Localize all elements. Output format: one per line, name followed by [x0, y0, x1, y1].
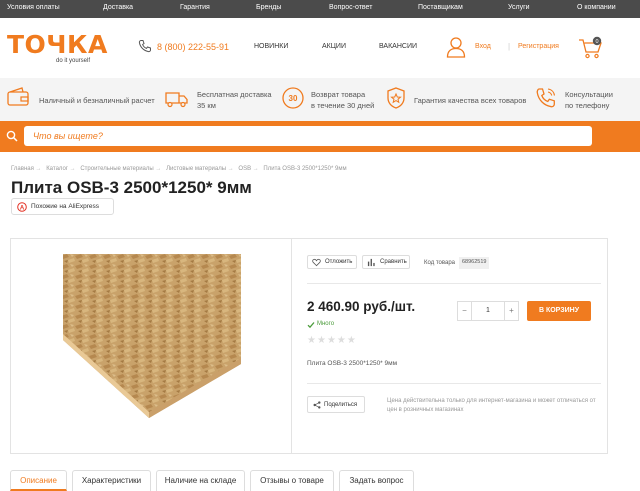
phone-consult-icon [536, 88, 556, 108]
quantity-value[interactable]: 1 [472, 302, 504, 320]
logo-tagline: do it yourself [56, 58, 91, 64]
product-price: 2 460.90 руб./шт. [307, 299, 416, 314]
topnav-suppliers[interactable]: Поставщикам [418, 4, 463, 11]
product-short-description: Плита OSB-3 2500*1250* 9мм [307, 360, 398, 367]
nav-promotions[interactable]: АКЦИИ [322, 43, 346, 50]
postpone-button[interactable]: Отложить [307, 255, 357, 269]
share-button[interactable]: Поделиться [307, 396, 365, 413]
aliexpress-similar-button[interactable]: A Похожие на AliExpress [11, 198, 114, 215]
breadcrumb: Главная → Каталог → Строительные материа… [11, 166, 347, 172]
breadcrumb-home[interactable]: Главная [11, 166, 34, 172]
topnav-warranty[interactable]: Гарантия [180, 4, 210, 11]
svg-text:A: A [20, 205, 25, 211]
separator: | [508, 42, 511, 51]
rating-stars[interactable]: ★★★★★ [307, 335, 357, 346]
product-card: Отложить Сравнить Код товара 68962519 2 … [10, 238, 608, 454]
price-disclaimer: Цена действительна только для интернет-м… [387, 398, 596, 413]
benefit-delivery-line1: Бесплатная доставка [197, 90, 272, 99]
benefit-quality: Гарантия качества всех товаров [414, 96, 527, 105]
stock-status: Много [317, 321, 335, 327]
nav-vacancies[interactable]: ВАКАНСИИ [379, 43, 417, 50]
card-separator-top [307, 283, 601, 284]
cart-icon[interactable]: 0 [578, 36, 604, 60]
quantity-increase-button[interactable]: + [504, 302, 518, 320]
compare-button[interactable]: Сравнить [362, 255, 410, 269]
topnav-delivery[interactable]: Доставка [103, 4, 133, 11]
tab-characteristics[interactable]: Характеристики [72, 470, 151, 491]
breadcrumb-osb[interactable]: OSB [238, 166, 251, 172]
rating-star[interactable]: ★ [347, 335, 357, 346]
breadcrumb-sheet-materials[interactable]: Листовые материалы [166, 166, 226, 172]
search-bar [0, 121, 640, 152]
benefit-payment: Наличный и безналичный расчет [39, 96, 155, 105]
product-image[interactable] [61, 254, 243, 418]
aliexpress-label: Похожие на AliExpress [31, 203, 100, 210]
return-30-icon: 30 [282, 87, 304, 109]
benefit-return-line2: в течение 30 дней [311, 101, 375, 110]
svg-text:30: 30 [289, 94, 298, 103]
topnav-about[interactable]: О компании [577, 4, 616, 11]
topnav-services[interactable]: Услуги [508, 4, 530, 11]
rating-star[interactable]: ★ [317, 335, 327, 346]
topnav-payment[interactable]: Условия оплаты [7, 4, 60, 11]
card-divider [291, 239, 292, 453]
postpone-label: Отложить [325, 259, 353, 265]
product-code-label: Код товара [424, 260, 456, 266]
tab-description[interactable]: Описание [10, 470, 67, 491]
benefit-consult-line2: по телефону [565, 101, 610, 110]
cart-count: 0 [595, 39, 598, 45]
truck-icon [165, 92, 188, 108]
breadcrumb-catalog[interactable]: Каталог [46, 166, 68, 172]
topnav-brands[interactable]: Бренды [256, 4, 281, 11]
phone-icon [138, 40, 151, 53]
share-icon [313, 401, 321, 409]
quantity-decrease-button[interactable]: − [458, 302, 472, 320]
tab-ask-question[interactable]: Задать вопрос [339, 470, 414, 491]
quantity-stepper: − 1 + [457, 301, 519, 321]
rating-star[interactable]: ★ [307, 335, 317, 346]
breadcrumb-current: Плита OSB-3 2500*1250* 9мм [263, 166, 347, 172]
site-header: ТОЧКА do it yourself 8 (800) 222-55-91 Н… [0, 18, 640, 78]
topnav-faq[interactable]: Вопрос-ответ [329, 4, 372, 11]
product-code: 68962519 [459, 257, 490, 269]
search-icon[interactable] [6, 130, 18, 142]
rating-star[interactable]: ★ [327, 335, 337, 346]
product-title: Плита OSB-3 2500*1250* 9мм [11, 178, 252, 197]
phone-number[interactable]: 8 (800) 222-55-91 [157, 42, 229, 52]
rating-star[interactable]: ★ [337, 335, 347, 346]
benefit-consult-line1: Консультации [565, 90, 613, 99]
register-link[interactable]: Регистрация [518, 43, 559, 50]
benefit-return-line1: Возврат товара [311, 90, 366, 99]
breadcrumb-building-materials[interactable]: Строительные материалы [80, 166, 153, 172]
share-label: Поделиться [324, 402, 358, 408]
aliexpress-icon: A [17, 202, 27, 212]
benefit-delivery-line2: 35 км [197, 101, 216, 110]
login-link[interactable]: Вход [475, 43, 491, 50]
benefits-bar: Наличный и безналичный расчет Бесплатная… [0, 78, 640, 121]
heart-icon [312, 258, 321, 267]
add-to-cart-button[interactable]: В КОРЗИНУ [527, 301, 591, 321]
compare-label: Сравнить [380, 259, 407, 265]
search-input[interactable] [24, 126, 592, 146]
top-navigation: Условия оплаты Доставка Гарантия Бренды … [0, 0, 640, 18]
check-icon [307, 322, 315, 329]
nav-new[interactable]: НОВИНКИ [254, 43, 288, 50]
wallet-icon [7, 87, 29, 106]
tab-stock-availability[interactable]: Наличие на складе [156, 470, 245, 491]
user-icon[interactable] [446, 36, 466, 58]
card-separator-bottom [307, 383, 601, 384]
tab-reviews[interactable]: Отзывы о товаре [250, 470, 334, 491]
bar-chart-icon [367, 258, 375, 267]
quality-badge-icon [387, 87, 405, 109]
site-logo[interactable]: ТОЧКА [7, 32, 108, 57]
